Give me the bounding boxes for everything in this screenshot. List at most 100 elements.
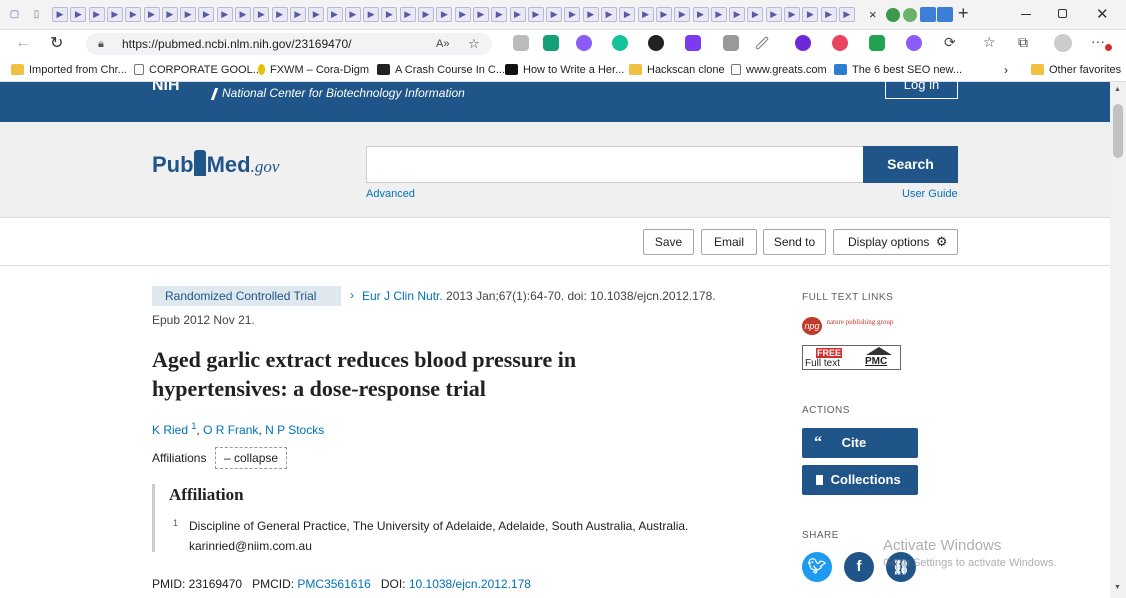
bookmark-imported[interactable]: Imported from Chr... bbox=[11, 63, 127, 77]
collapsed-tab-icon[interactable]: ▶ bbox=[271, 7, 288, 22]
favorites-icon[interactable]: ☆ bbox=[983, 34, 996, 51]
blank-tab-icon[interactable]: ▯ bbox=[30, 8, 43, 21]
collapsed-tab-icon[interactable]: ▶ bbox=[784, 7, 800, 22]
collapsed-tab-icon[interactable]: ▶ bbox=[235, 7, 251, 22]
address-bar[interactable]: 🔒︎ https://pubmed.ncbi.nlm.nih.gov/23169… bbox=[86, 33, 492, 55]
extension-circle-icon[interactable] bbox=[795, 35, 811, 51]
user-guide-link[interactable]: User Guide bbox=[902, 188, 958, 200]
grammarly-icon[interactable] bbox=[612, 35, 628, 51]
extensions-puzzle-icon[interactable]: ⟳ bbox=[944, 34, 956, 51]
collapsed-tab-icon[interactable]: ▶ bbox=[472, 7, 489, 22]
collapse-affiliations-button[interactable]: – collapse bbox=[215, 447, 288, 469]
search-button[interactable]: Search bbox=[863, 146, 958, 183]
pubmed-logo[interactable]: Pub Med.gov bbox=[152, 150, 279, 178]
collapsed-tab-icon[interactable]: ▶ bbox=[88, 7, 105, 22]
bookmark-crash-course[interactable]: A Crash Course In C... bbox=[377, 63, 505, 77]
bookmark-corporate[interactable]: CORPORATE GOOL... bbox=[134, 63, 262, 77]
login-button[interactable]: Log in bbox=[885, 78, 958, 99]
page-scrollbar[interactable]: ▲ ▼ bbox=[1110, 82, 1126, 598]
collapsed-tab-icon[interactable]: ▶ bbox=[710, 7, 727, 22]
collapsed-tab-icon[interactable]: ▶ bbox=[527, 7, 544, 22]
read-aloud-icon[interactable]: A» bbox=[436, 33, 449, 55]
favorite-star-icon[interactable]: ☆ bbox=[468, 33, 480, 55]
window-close-icon[interactable]: ✕ bbox=[1096, 5, 1109, 23]
extension-check-icon[interactable] bbox=[543, 35, 559, 51]
collapsed-tab-icon[interactable]: ▶ bbox=[546, 7, 563, 22]
bookmarks-overflow-chevron[interactable]: › bbox=[1004, 63, 1008, 77]
collapsed-tab-icon[interactable]: ▶ bbox=[326, 7, 343, 22]
cite-button[interactable]: “ Cite bbox=[802, 428, 918, 458]
collapsed-tab-icon[interactable]: ▶ bbox=[820, 7, 837, 22]
collapsed-tab-icon[interactable]: ▶ bbox=[198, 7, 215, 22]
tab-actions-icon[interactable]: ▢ bbox=[8, 8, 21, 21]
collapsed-tab-icon[interactable]: ▶ bbox=[655, 7, 672, 22]
collapsed-tab-icon[interactable]: ▶ bbox=[674, 7, 691, 22]
pmcid-link[interactable]: PMC3561616 bbox=[297, 577, 370, 591]
collapsed-tab-icon[interactable]: ▶ bbox=[436, 7, 453, 22]
display-options-button[interactable]: Display options ⚙ bbox=[833, 229, 958, 255]
facebook-share-icon[interactable]: f bbox=[844, 552, 874, 582]
collapsed-tab-icon[interactable]: ▶ bbox=[582, 7, 599, 22]
search-input[interactable] bbox=[366, 146, 864, 183]
send-to-button[interactable]: Send to bbox=[763, 229, 826, 255]
profile-avatar[interactable] bbox=[1054, 34, 1072, 52]
collapsed-tab-icon[interactable]: ▶ bbox=[765, 7, 782, 22]
scrollbar-thumb[interactable] bbox=[1113, 104, 1123, 158]
collapsed-tab-icon[interactable]: ▶ bbox=[216, 7, 233, 22]
collapsed-tab-icon[interactable]: ▶ bbox=[692, 7, 709, 22]
tab-favicon-blue-2[interactable] bbox=[937, 7, 953, 22]
collapsed-tab-icon[interactable]: ▶ bbox=[418, 7, 434, 22]
more-menu-icon[interactable]: ··· bbox=[1091, 33, 1105, 49]
new-tab-button[interactable]: + bbox=[958, 3, 969, 24]
extension-dark-icon[interactable] bbox=[648, 35, 664, 51]
back-arrow-icon[interactable]: ← bbox=[15, 34, 31, 52]
advanced-search-link[interactable]: Advanced bbox=[366, 188, 415, 200]
collapsed-tab-icon[interactable]: ▶ bbox=[637, 7, 654, 22]
collapsed-tab-icon[interactable]: ▶ bbox=[363, 7, 380, 22]
journal-link[interactable]: Eur J Clin Nutr. bbox=[362, 289, 443, 303]
minimize-icon[interactable] bbox=[1021, 14, 1031, 15]
scroll-down-arrow-icon[interactable]: ▼ bbox=[1114, 584, 1121, 591]
collapsed-tab-icon[interactable]: ▶ bbox=[838, 7, 855, 22]
extension-code-icon[interactable] bbox=[723, 35, 739, 51]
tab-favicon-green[interactable] bbox=[886, 8, 900, 22]
collapsed-tab-icon[interactable]: ▶ bbox=[619, 7, 636, 22]
collapsed-tab-icon[interactable]: ▶ bbox=[180, 7, 197, 22]
extension-chat-icon[interactable] bbox=[513, 35, 529, 51]
collapsed-tab-icon[interactable]: ▶ bbox=[70, 7, 87, 22]
pen-icon[interactable] bbox=[754, 35, 770, 51]
bookmark-hackscan[interactable]: Hackscan clone bbox=[629, 63, 725, 77]
bookmark-fxwm[interactable]: FXWM – Cora-Digm bbox=[258, 63, 369, 77]
collapsed-tab-icon[interactable]: ▶ bbox=[601, 7, 617, 22]
chevron-right-icon[interactable]: › bbox=[350, 288, 354, 302]
bookmark-greats[interactable]: www.greats.com bbox=[731, 63, 827, 77]
doi-link[interactable]: 10.1038/ejcn.2012.178 bbox=[409, 577, 531, 591]
restore-icon[interactable] bbox=[1058, 9, 1067, 18]
nature-publishing-link[interactable]: npg nature publishing group bbox=[802, 316, 893, 335]
collapsed-tab-icon[interactable]: ▶ bbox=[106, 7, 123, 22]
extension-ball-icon[interactable] bbox=[832, 35, 848, 51]
author-link[interactable]: N P Stocks bbox=[265, 423, 324, 437]
collapsed-tab-icon[interactable]: ▶ bbox=[564, 7, 581, 22]
collapsed-tab-icon[interactable]: ▶ bbox=[344, 7, 361, 22]
collapsed-tab-icon[interactable]: ▶ bbox=[253, 7, 270, 22]
collapsed-tab-icon[interactable]: ▶ bbox=[399, 7, 416, 22]
collapsed-tab-icon[interactable]: ▶ bbox=[802, 7, 819, 22]
collections-button[interactable]: Collections bbox=[802, 465, 918, 495]
collapsed-tab-icon[interactable]: ▶ bbox=[161, 7, 178, 22]
bookmark-how-to-write[interactable]: How to Write a Her... bbox=[505, 63, 624, 77]
collapsed-tab-icon[interactable]: ▶ bbox=[454, 7, 471, 22]
collections-icon[interactable]: ⧉ bbox=[1018, 34, 1028, 51]
author-link[interactable]: O R Frank bbox=[203, 423, 258, 437]
extension-flower-icon[interactable] bbox=[906, 35, 922, 51]
collapsed-tab-icon[interactable]: ▶ bbox=[308, 7, 325, 22]
bookmark-seo[interactable]: The 6 best SEO new... bbox=[834, 63, 962, 77]
reload-icon[interactable]: ↻ bbox=[50, 33, 63, 53]
collapsed-tab-icon[interactable]: ▶ bbox=[143, 7, 160, 22]
twitter-share-icon[interactable]: 🐦︎ bbox=[802, 552, 832, 582]
extension-s-icon[interactable] bbox=[685, 35, 701, 51]
collapsed-tab-icon[interactable]: ▶ bbox=[52, 7, 68, 22]
collapsed-tab-icon[interactable]: ▶ bbox=[747, 7, 764, 22]
extension-gear-icon[interactable] bbox=[576, 35, 592, 51]
collapsed-tab-icon[interactable]: ▶ bbox=[509, 7, 526, 22]
